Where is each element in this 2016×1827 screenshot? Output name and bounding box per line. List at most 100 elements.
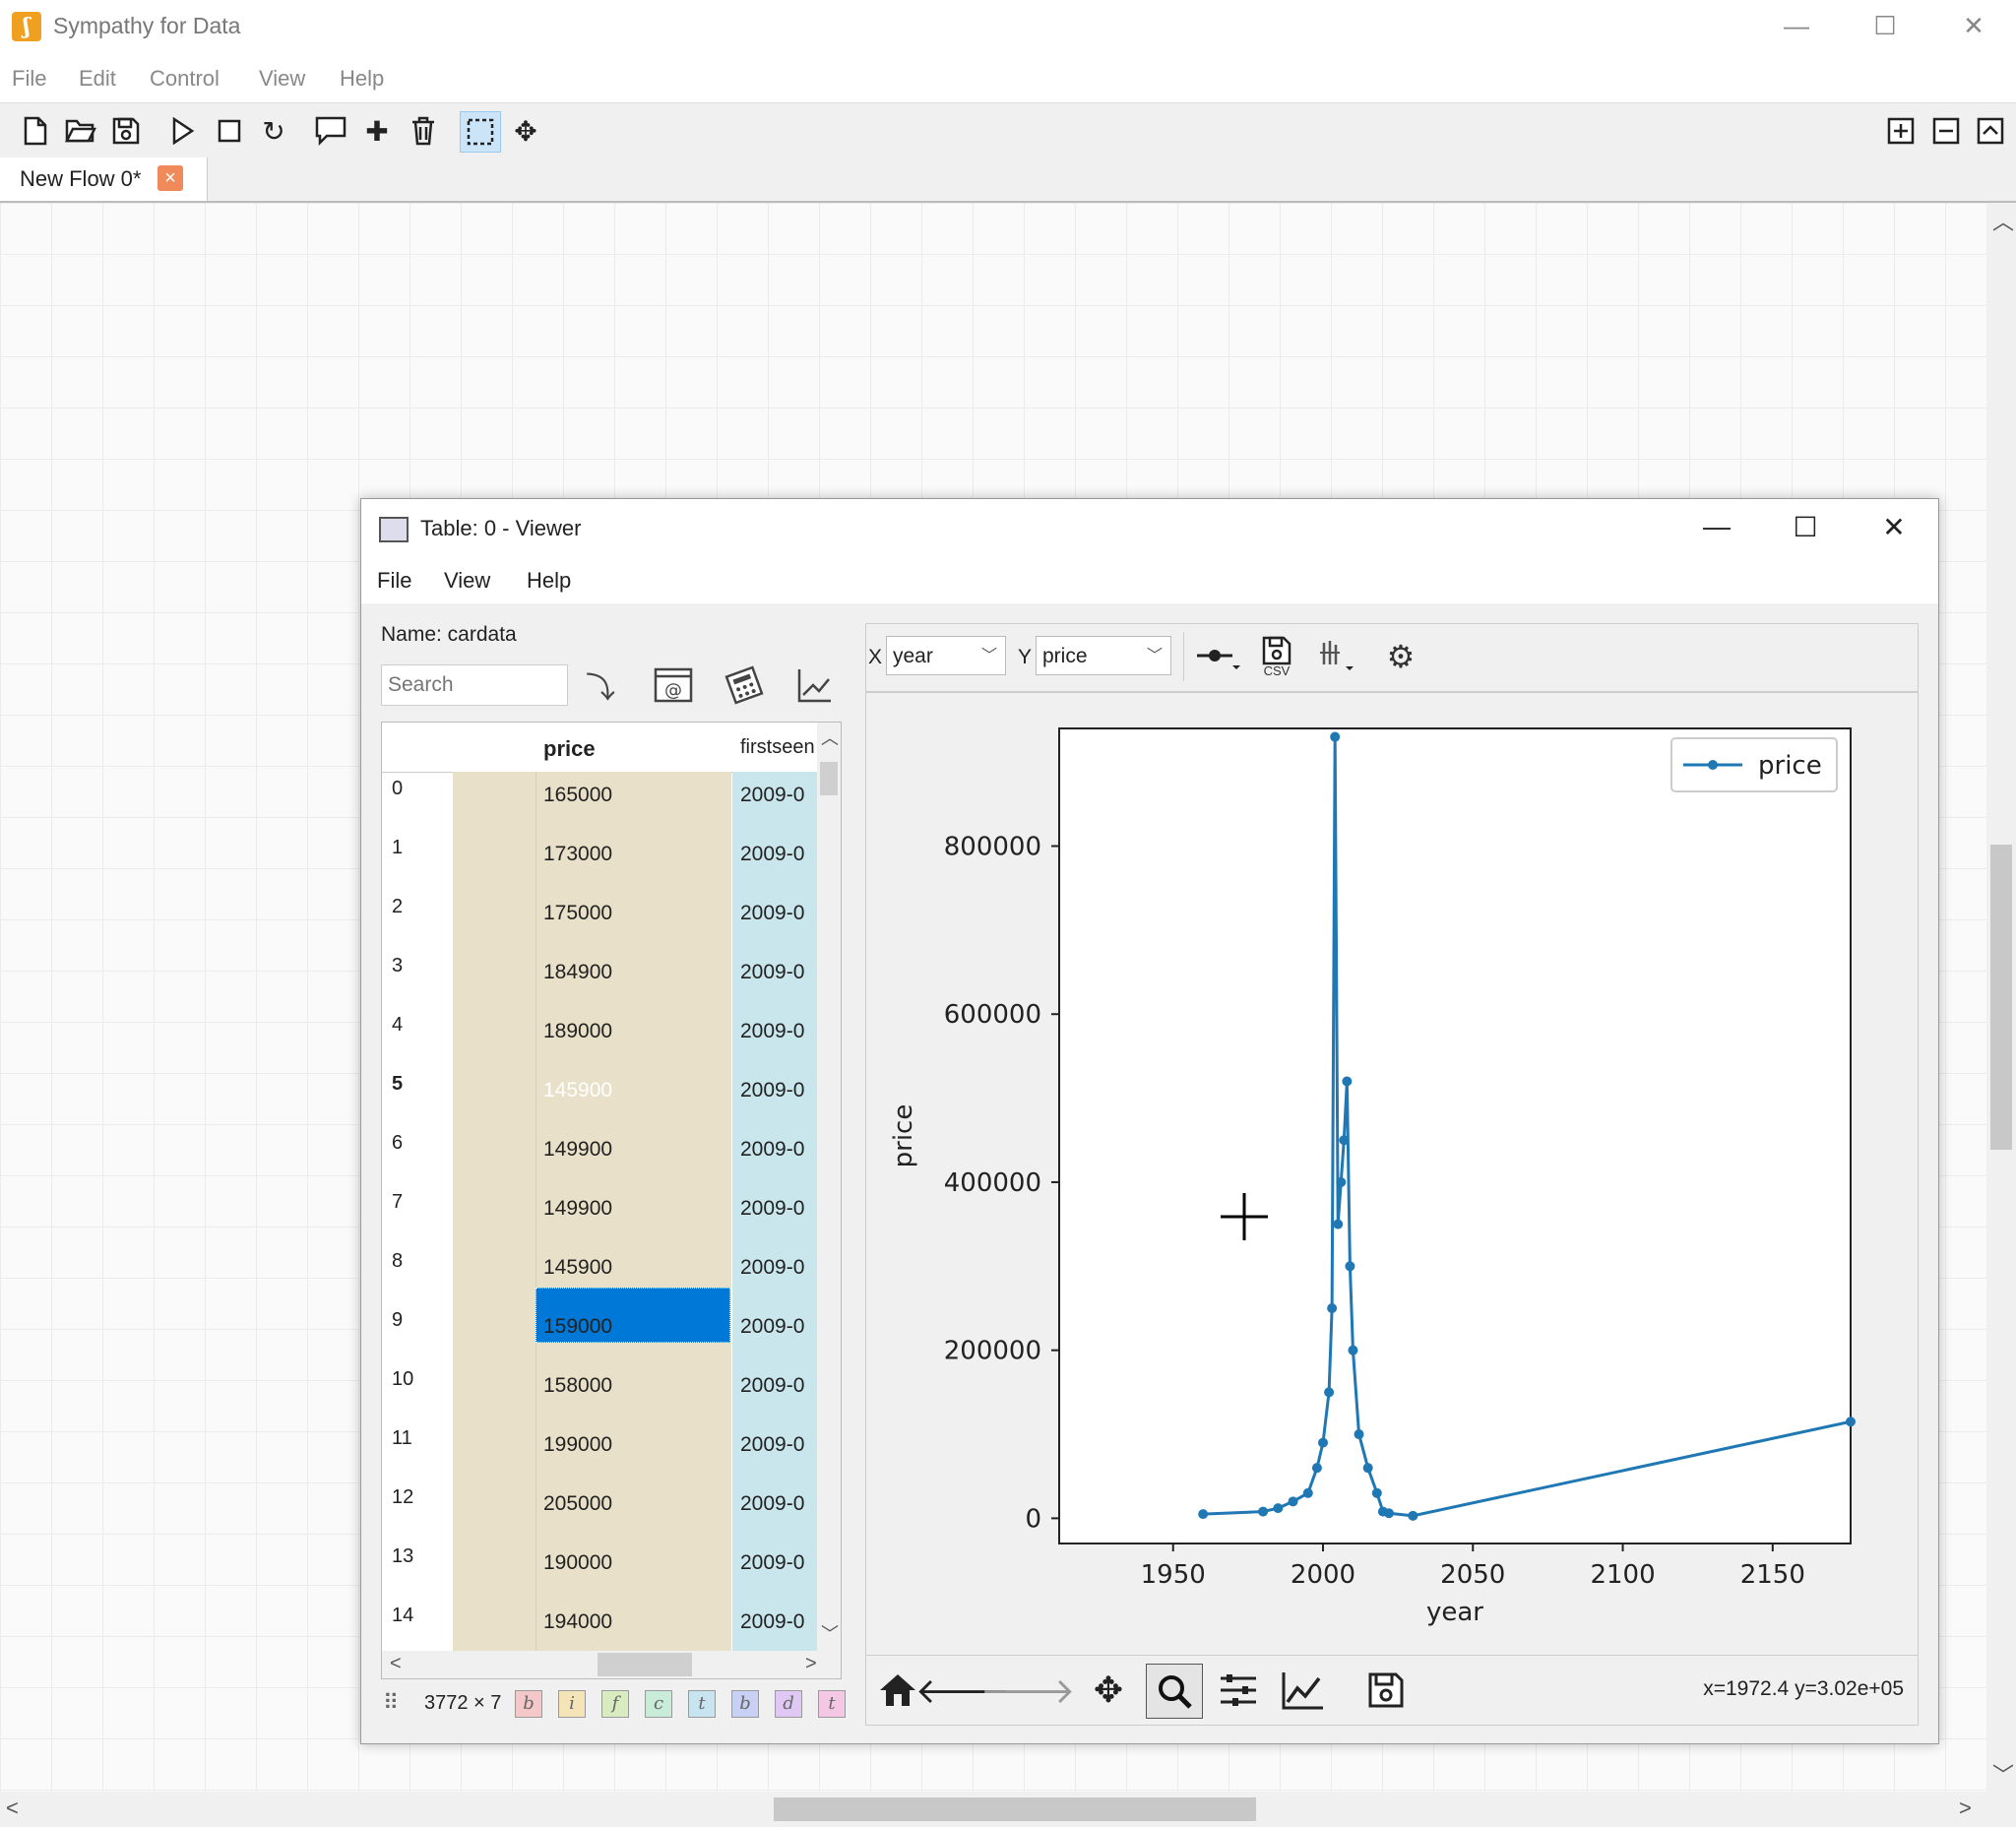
menu-edit[interactable]: Edit (79, 66, 116, 92)
cell-price[interactable]: 175000 (543, 902, 612, 925)
cell-price[interactable]: 145900 (543, 1256, 612, 1280)
attributes-icon[interactable]: @ (651, 662, 696, 708)
row-index[interactable]: 0 (392, 778, 403, 800)
type-badge[interactable]: f (601, 1690, 629, 1718)
viewer-close-button[interactable]: ✕ (1850, 499, 1938, 554)
settings-gear-icon[interactable]: ⚙ (1376, 634, 1425, 679)
row-index[interactable]: 9 (392, 1309, 403, 1332)
open-folder-icon[interactable] (63, 113, 98, 149)
cell-price[interactable]: 149900 (543, 1138, 612, 1162)
zoom-in-icon[interactable] (1883, 113, 1919, 149)
cell-firstseen[interactable]: 2009-0 (740, 1492, 817, 1516)
zoom-out-icon[interactable] (1928, 113, 1964, 149)
cell-firstseen[interactable]: 2009-0 (740, 1551, 817, 1575)
cell-firstseen[interactable]: 2009-0 (740, 1138, 817, 1162)
row-index[interactable]: 5 (392, 1073, 403, 1096)
viewer-menu-help[interactable]: Help (527, 568, 571, 594)
histogram-bins-icon[interactable] (1311, 634, 1360, 679)
cell-price[interactable]: 194000 (543, 1610, 612, 1634)
row-index[interactable]: 12 (392, 1486, 413, 1509)
cell-price[interactable]: 159000 (543, 1315, 612, 1339)
row-index[interactable]: 2 (392, 896, 403, 918)
table-vertical-scroll-thumb[interactable] (820, 762, 838, 795)
menu-file[interactable]: File (12, 66, 46, 92)
column-header-firstseen[interactable]: firstseen (740, 736, 815, 759)
cell-firstseen[interactable]: 2009-0 (740, 1433, 817, 1457)
cell-firstseen[interactable]: 2009-0 (740, 1079, 817, 1102)
price-year-chart[interactable]: 1950 2000 2050 2100 2150 0 200000 400000 600000 8… (866, 693, 1916, 1654)
row-index[interactable]: 6 (392, 1132, 403, 1155)
run-icon[interactable] (165, 113, 201, 149)
plot-area[interactable]: 1950 2000 2050 2100 2150 0 200000 400000 600000 8… (865, 692, 1919, 1657)
search-input[interactable] (381, 664, 568, 706)
zoom-fit-icon[interactable] (1973, 113, 2008, 149)
row-index[interactable]: 10 (392, 1368, 413, 1391)
cell-firstseen[interactable]: 2009-0 (740, 1315, 817, 1339)
cell-price[interactable]: 158000 (543, 1374, 612, 1398)
row-index[interactable]: 1 (392, 837, 403, 859)
type-badge[interactable]: c (645, 1690, 672, 1718)
edit-axes-icon[interactable] (1276, 1664, 1331, 1717)
row-index[interactable]: 8 (392, 1250, 403, 1273)
forward-arrow-icon[interactable]: 🡒 (980, 1664, 1076, 1717)
row-index[interactable]: 14 (392, 1605, 413, 1627)
viewer-maximize-button[interactable]: ☐ (1761, 499, 1850, 554)
plot-toggle-icon[interactable] (792, 662, 838, 708)
cell-firstseen[interactable]: 2009-0 (740, 1256, 817, 1280)
cell-firstseen[interactable]: 2009-0 (740, 1020, 817, 1043)
minimize-button[interactable]: — (1752, 0, 1841, 51)
subplot-config-icon[interactable] (1211, 1664, 1266, 1717)
cell-price[interactable]: 199000 (543, 1433, 612, 1457)
export-csv-icon[interactable]: CSV (1252, 634, 1301, 679)
stop-icon[interactable] (212, 113, 247, 149)
reload-icon[interactable]: ↻ (256, 113, 291, 149)
scroll-up-icon[interactable]: ︿ (1992, 205, 2014, 236)
table-scroll-left-icon[interactable]: < (390, 1653, 402, 1675)
cell-price[interactable]: 205000 (543, 1492, 612, 1516)
cell-firstseen[interactable]: 2009-0 (740, 1197, 817, 1221)
canvas-horizontal-scroll-thumb[interactable] (774, 1797, 1256, 1821)
cell-price[interactable]: 189000 (543, 1020, 612, 1043)
cell-firstseen[interactable]: 2009-0 (740, 961, 817, 984)
tab-close-icon[interactable]: × (158, 165, 183, 191)
type-badge[interactable]: d (775, 1690, 802, 1718)
row-index[interactable]: 3 (392, 955, 403, 977)
pan-icon[interactable]: ✥ (1081, 1664, 1136, 1717)
close-button[interactable]: ✕ (1929, 0, 2016, 51)
y-column-select[interactable]: price ﹀ (1036, 636, 1171, 675)
cell-price[interactable]: 173000 (543, 843, 612, 866)
maximize-button[interactable]: ☐ (1841, 0, 1929, 51)
calculator-icon[interactable] (722, 662, 767, 708)
scroll-down-icon[interactable]: ﹀ (1992, 1758, 2014, 1790)
menu-help[interactable]: Help (340, 66, 384, 92)
line-style-icon[interactable] (1193, 634, 1242, 679)
type-badge[interactable]: b (515, 1690, 542, 1718)
canvas-vertical-scroll-thumb[interactable] (1990, 845, 2012, 1150)
row-index[interactable]: 7 (392, 1191, 403, 1214)
row-index[interactable]: 4 (392, 1014, 403, 1037)
add-icon[interactable]: ✚ (359, 113, 395, 149)
scroll-right-icon[interactable]: > (1959, 1796, 1972, 1821)
pan-mode-icon[interactable]: ✥ (508, 113, 543, 149)
zoom-rect-icon[interactable] (1146, 1664, 1203, 1719)
table-scroll-right-icon[interactable]: > (805, 1653, 817, 1675)
row-index[interactable]: 11 (392, 1427, 412, 1450)
cell-firstseen[interactable]: 2009-0 (740, 784, 817, 807)
viewer-menu-view[interactable]: View (444, 568, 490, 594)
table-horizontal-scroll-thumb[interactable] (598, 1653, 692, 1676)
viewer-minimize-button[interactable]: — (1672, 499, 1761, 554)
tab-new-flow[interactable]: New Flow 0* × (0, 158, 208, 201)
row-index[interactable]: 13 (392, 1545, 413, 1568)
type-badge[interactable]: t (818, 1690, 846, 1718)
cell-firstseen[interactable]: 2009-0 (740, 843, 817, 866)
comment-icon[interactable] (313, 113, 348, 149)
cell-price[interactable]: 190000 (543, 1551, 612, 1575)
type-badge[interactable]: t (688, 1690, 716, 1718)
table-vertical-scrollbar[interactable]: ︿ ﹀ (817, 723, 841, 1652)
column-header-price[interactable]: price (543, 736, 596, 762)
cell-price[interactable]: 165000 (543, 784, 612, 807)
delete-icon[interactable] (406, 113, 441, 149)
cell-firstseen[interactable]: 2009-0 (740, 902, 817, 925)
x-column-select[interactable]: year ﹀ (886, 636, 1006, 675)
menu-control[interactable]: Control (150, 66, 220, 92)
